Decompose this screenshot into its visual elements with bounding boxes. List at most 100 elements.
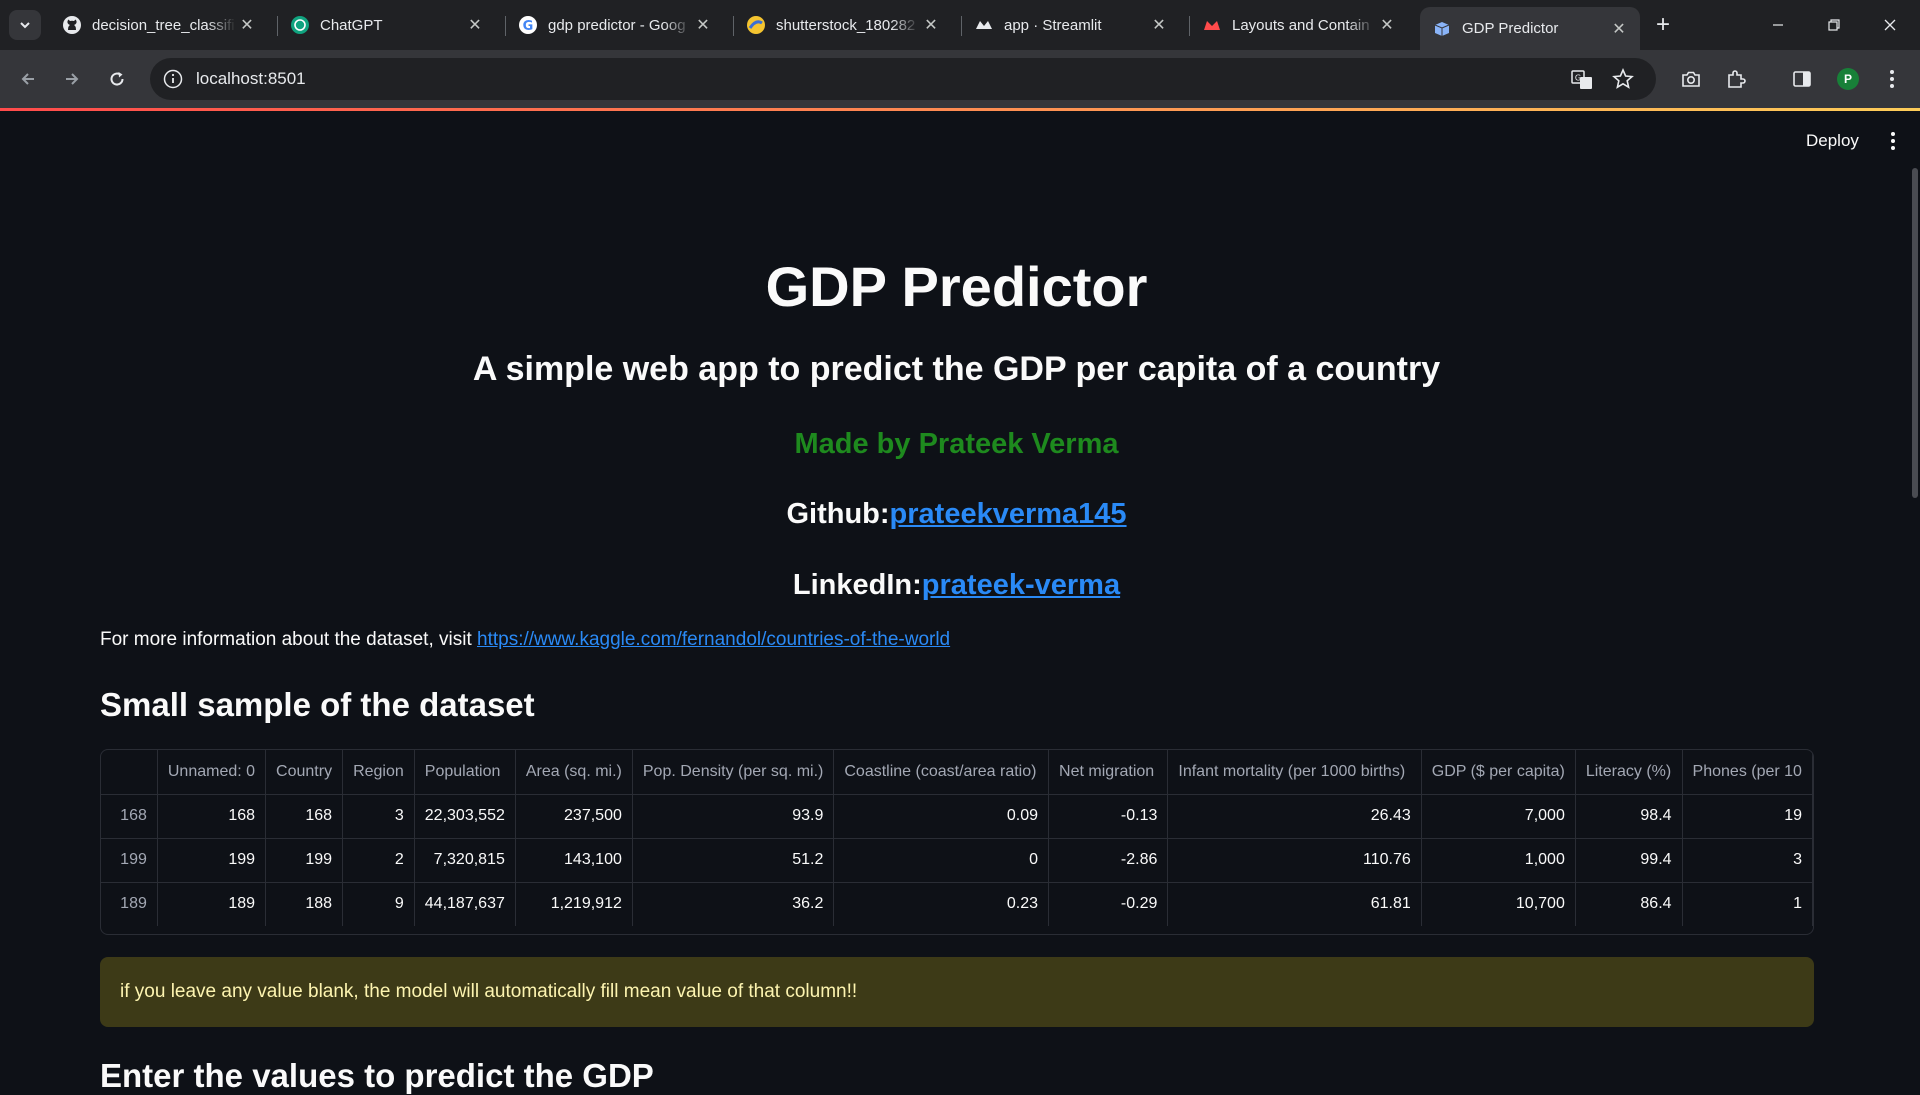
table-cell[interactable]: 0.23	[833, 882, 1050, 926]
url-text[interactable]: localhost:8501	[196, 69, 306, 89]
close-icon[interactable]: ✕	[236, 14, 258, 36]
column-header[interactable]: Country	[265, 750, 344, 795]
table-cell[interactable]: 2	[342, 838, 415, 883]
github-icon	[62, 15, 82, 35]
deploy-button[interactable]: Deploy	[1798, 126, 1867, 156]
table-cell[interactable]: 1	[1682, 882, 1813, 926]
table-cell[interactable]: 0	[833, 838, 1050, 883]
arrow-right-icon	[66, 73, 79, 85]
column-header[interactable]: Region	[342, 750, 415, 795]
close-icon[interactable]: ✕	[1148, 14, 1170, 36]
row-index[interactable]: 189	[101, 882, 158, 926]
column-header[interactable]: Infant mortality (per 1000 births)	[1167, 750, 1422, 795]
table-cell[interactable]: 199	[157, 838, 267, 883]
translate-icon[interactable]: G	[1570, 68, 1594, 92]
table-cell[interactable]: 61.81	[1167, 882, 1422, 926]
column-header[interactable]	[101, 750, 158, 795]
close-window-button[interactable]	[1862, 0, 1918, 50]
tab-title: Layouts and Contain	[1232, 16, 1370, 34]
table-cell[interactable]: 99.4	[1575, 838, 1683, 883]
profile-button[interactable]: P	[1832, 63, 1864, 95]
app-menu-button[interactable]	[1880, 126, 1906, 156]
tab-search-button[interactable]	[9, 10, 41, 40]
column-header[interactable]: Population	[414, 750, 516, 795]
table-cell[interactable]: 189	[157, 882, 267, 926]
close-icon[interactable]: ✕	[464, 14, 486, 36]
section-title-input: Enter the values to predict the GDP	[100, 1057, 654, 1094]
table-cell[interactable]: 3	[1682, 838, 1813, 883]
github-link[interactable]: prateekverma145	[890, 498, 1127, 530]
tab-app-streamlit[interactable]: app · Streamlit ✕	[962, 8, 1180, 42]
tab-google-search[interactable]: G gdp predictor - Goog ✕	[506, 8, 724, 42]
row-index[interactable]: 168	[101, 794, 158, 839]
tab-layouts-containers[interactable]: Layouts and Contain ✕	[1190, 8, 1408, 42]
header-decoration	[0, 108, 1920, 111]
new-tab-button[interactable]: +	[1648, 10, 1678, 40]
close-icon[interactable]: ✕	[1608, 18, 1630, 40]
column-header[interactable]: Area (sq. mi.)	[515, 750, 633, 795]
column-header[interactable]: GDP ($ per capita)	[1421, 750, 1576, 795]
table-cell[interactable]: 9	[342, 882, 415, 926]
column-header[interactable]: Coastline (coast/area ratio)	[833, 750, 1050, 795]
tab-decision-tree[interactable]: decision_tree_classifi ✕	[50, 8, 268, 42]
table-cell[interactable]: 98.4	[1575, 794, 1683, 839]
table-cell[interactable]: 1,219,912	[515, 882, 633, 926]
table-cell[interactable]: 44,187,637	[414, 882, 516, 926]
row-index[interactable]: 199	[101, 838, 158, 883]
page-scrollbar[interactable]	[1912, 168, 1918, 498]
extensions-button[interactable]	[1720, 63, 1752, 95]
address-bar[interactable]: localhost:8501 G	[150, 58, 1656, 100]
tab-gdp-predictor[interactable]: GDP Predictor ✕	[1420, 7, 1640, 50]
table-cell[interactable]: 1,000	[1421, 838, 1576, 883]
column-header[interactable]: Net migration	[1048, 750, 1169, 795]
browser-menu-button[interactable]	[1876, 63, 1908, 95]
column-header[interactable]: Phones (per 10	[1682, 750, 1813, 795]
restore-icon	[1828, 19, 1840, 31]
back-button[interactable]	[12, 63, 44, 95]
minimize-button[interactable]	[1750, 0, 1806, 50]
table-cell[interactable]: 188	[265, 882, 344, 926]
reload-button[interactable]	[101, 63, 133, 95]
close-icon[interactable]: ✕	[692, 14, 714, 36]
github-label: Github:	[786, 498, 890, 530]
table-cell[interactable]: 110.76	[1167, 838, 1422, 883]
column-header[interactable]: Unnamed: 0	[157, 750, 267, 795]
linkedin-link[interactable]: prateek-verma	[922, 569, 1120, 601]
tab-shutterstock[interactable]: shutterstock_180282 ✕	[734, 8, 952, 42]
dataset-table[interactable]: Unnamed: 0 Country Region Population Are…	[100, 749, 1814, 935]
table-cell[interactable]: 168	[157, 794, 267, 839]
table-cell[interactable]: 26.43	[1167, 794, 1422, 839]
table-cell[interactable]: 0.09	[833, 794, 1050, 839]
table-cell[interactable]: 86.4	[1575, 882, 1683, 926]
table-cell[interactable]: 168	[265, 794, 344, 839]
dataset-link[interactable]: https://www.kaggle.com/fernandol/countri…	[477, 629, 950, 650]
close-icon[interactable]: ✕	[920, 14, 942, 36]
table-cell[interactable]: 3	[342, 794, 415, 839]
table-cell[interactable]: -0.13	[1048, 794, 1169, 839]
table-cell[interactable]: 51.2	[632, 838, 835, 883]
table-cell[interactable]: 10,700	[1421, 882, 1576, 926]
forward-button[interactable]	[56, 63, 88, 95]
close-icon[interactable]: ✕	[1376, 14, 1398, 36]
table-cell[interactable]: -2.86	[1048, 838, 1169, 883]
restore-button[interactable]	[1806, 0, 1862, 50]
table-cell[interactable]: 237,500	[515, 794, 633, 839]
site-info-icon[interactable]	[162, 68, 184, 90]
table-cell[interactable]: 19	[1682, 794, 1813, 839]
table-cell[interactable]: -0.29	[1048, 882, 1169, 926]
table-cell[interactable]: 36.2	[632, 882, 835, 926]
table-cell[interactable]: 7,000	[1421, 794, 1576, 839]
table-cell[interactable]: 7,320,815	[414, 838, 516, 883]
table-cell[interactable]: 199	[265, 838, 344, 883]
bookmark-star-icon[interactable]	[1612, 68, 1634, 90]
arrow-left-icon	[21, 73, 34, 85]
side-panel-button[interactable]	[1786, 63, 1818, 95]
table-cell[interactable]: 22,303,552	[414, 794, 516, 839]
screenshot-button[interactable]	[1675, 63, 1707, 95]
table-cell[interactable]: 143,100	[515, 838, 633, 883]
column-header[interactable]: Literacy (%)	[1575, 750, 1683, 795]
tab-chatgpt[interactable]: ChatGPT ✕	[278, 8, 496, 42]
column-header[interactable]: Pop. Density (per sq. mi.)	[632, 750, 835, 795]
dataset-info: For more information about the dataset, …	[100, 629, 950, 651]
table-cell[interactable]: 93.9	[632, 794, 835, 839]
